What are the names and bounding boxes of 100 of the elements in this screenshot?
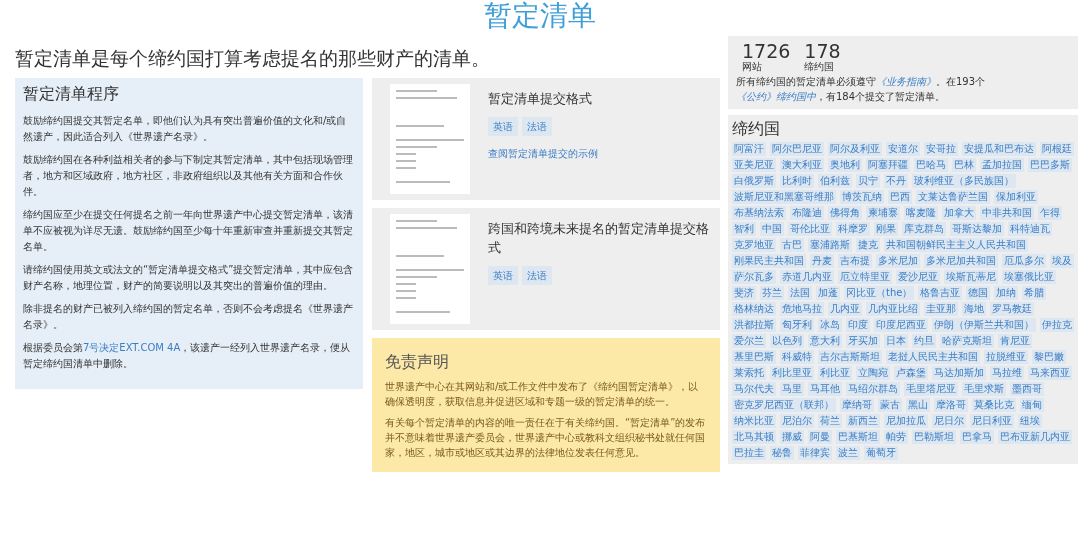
country-tag[interactable]: 科特迪瓦: [1008, 222, 1052, 237]
country-tag[interactable]: 阿富汗: [732, 142, 766, 157]
country-tag[interactable]: 摩洛哥: [934, 398, 968, 413]
country-tag[interactable]: 吉尔吉斯斯坦: [818, 350, 882, 365]
country-tag[interactable]: 比利时: [780, 174, 814, 189]
country-tag[interactable]: 奥地利: [828, 158, 862, 173]
country-tag[interactable]: 纽埃: [1018, 414, 1042, 429]
country-tag[interactable]: 贝宁: [856, 174, 880, 189]
country-tag[interactable]: 拉脱维亚: [984, 350, 1028, 365]
country-tag[interactable]: 加拿大: [942, 206, 976, 221]
country-tag[interactable]: 马达加斯加: [932, 366, 986, 381]
country-tag[interactable]: 德国: [966, 286, 991, 301]
country-tag[interactable]: 保加利亚: [994, 190, 1038, 205]
text-link[interactable]: 7号决定EXT.COM 4A: [83, 342, 181, 354]
country-tag[interactable]: 老挝人民民主共和国: [886, 350, 980, 365]
country-tag[interactable]: 巴拿马: [960, 430, 994, 445]
country-tag[interactable]: 牙买加: [846, 334, 880, 349]
country-tag[interactable]: 巴拉圭: [732, 446, 766, 461]
country-tag[interactable]: 库克群岛: [902, 222, 946, 237]
country-tag[interactable]: 法国: [788, 286, 812, 301]
country-tag[interactable]: 中非共和国: [980, 206, 1034, 221]
text-link[interactable]: 《业务指南》: [876, 76, 936, 87]
country-tag[interactable]: 巴林: [952, 158, 976, 173]
country-tag[interactable]: 哥斯达黎加: [950, 222, 1004, 237]
country-tag[interactable]: 多米尼加共和国: [924, 254, 998, 269]
country-tag[interactable]: 秘鲁: [770, 446, 794, 461]
language-link[interactable]: 法语: [522, 116, 552, 136]
country-tag[interactable]: 刚果民主共和国: [732, 254, 806, 269]
country-tag[interactable]: 巴勒斯坦: [912, 430, 956, 445]
country-tag[interactable]: 智利: [732, 222, 756, 237]
country-tag[interactable]: 阿尔巴尼亚: [770, 142, 824, 157]
country-tag[interactable]: 埃及: [1050, 254, 1074, 269]
country-tag[interactable]: 安哥拉: [924, 142, 958, 157]
country-tag[interactable]: 立陶宛: [856, 366, 890, 381]
country-tag[interactable]: 科威特: [780, 350, 814, 365]
country-tag[interactable]: 帕劳: [884, 430, 908, 445]
country-tag[interactable]: 洪都拉斯: [732, 318, 776, 333]
country-tag[interactable]: 希腊: [1022, 286, 1047, 301]
country-tag[interactable]: 日本: [884, 334, 908, 349]
country-tag[interactable]: 利比里亚: [770, 366, 814, 381]
country-tag[interactable]: 意大利: [808, 334, 842, 349]
country-tag[interactable]: 文莱达鲁萨兰国: [916, 190, 990, 205]
country-tag[interactable]: 布基纳法索: [732, 206, 786, 221]
country-tag[interactable]: 几内亚: [828, 302, 862, 317]
country-tag[interactable]: 海地: [962, 302, 986, 317]
country-tag[interactable]: 莱索托: [732, 366, 766, 381]
country-tag[interactable]: 安提瓜和巴布达: [962, 142, 1036, 157]
country-tag[interactable]: 多米尼加: [876, 254, 920, 269]
country-tag[interactable]: 几内亚比绍: [866, 302, 920, 317]
country-tag[interactable]: 吉布提: [838, 254, 872, 269]
country-tag[interactable]: 阿尔及利亚: [828, 142, 882, 157]
country-tag[interactable]: 尼泊尔: [780, 414, 814, 429]
example-link[interactable]: 查阅暂定清单提交的示例: [488, 145, 598, 161]
country-tag[interactable]: 马里: [780, 382, 804, 397]
country-tag[interactable]: 缅甸: [1020, 398, 1044, 413]
country-tag[interactable]: 冰岛: [818, 318, 842, 333]
country-tag[interactable]: 毛里求斯: [962, 382, 1006, 397]
country-tag[interactable]: 喀麦隆: [904, 206, 938, 221]
country-tag[interactable]: 巴西: [888, 190, 912, 205]
country-tag[interactable]: 葡萄牙: [864, 446, 898, 461]
country-tag[interactable]: 玻利维亚（多民族国）: [912, 174, 1016, 189]
country-tag[interactable]: 伊朗（伊斯兰共和国）: [932, 318, 1036, 333]
country-tag[interactable]: 波斯尼亚和黑塞哥维那: [732, 190, 836, 205]
country-tag[interactable]: 格鲁吉亚: [918, 286, 963, 301]
country-tag[interactable]: 赤道几内亚: [780, 270, 834, 285]
text-link[interactable]: 《公约》缔约国中: [736, 90, 816, 102]
country-tag[interactable]: 印度: [846, 318, 870, 333]
country-tag[interactable]: 孟加拉国: [980, 158, 1024, 173]
country-tag[interactable]: 新西兰: [846, 414, 880, 429]
country-tag[interactable]: 黎巴嫩: [1032, 350, 1066, 365]
country-tag[interactable]: 冈比亚（the）: [844, 286, 915, 301]
country-tag[interactable]: 挪威: [780, 430, 804, 445]
country-tag[interactable]: 匈牙利: [780, 318, 814, 333]
country-tag[interactable]: 澳大利亚: [780, 158, 824, 173]
country-tag[interactable]: 哥伦比亚: [788, 222, 832, 237]
language-link[interactable]: 英语: [488, 116, 518, 136]
country-tag[interactable]: 阿根廷: [1040, 142, 1074, 157]
country-tag[interactable]: 阿塞拜疆: [866, 158, 910, 173]
country-tag[interactable]: 马绍尔群岛: [846, 382, 900, 397]
country-tag[interactable]: 罗马教廷: [990, 302, 1034, 317]
country-tag[interactable]: 芬兰: [760, 286, 784, 301]
country-tag[interactable]: 马耳他: [808, 382, 842, 397]
country-tag[interactable]: 巴哈马: [914, 158, 948, 173]
country-tag[interactable]: 加纳: [994, 286, 1019, 301]
country-tag[interactable]: 加蓬: [816, 286, 840, 301]
country-tag[interactable]: 伊拉克: [1040, 318, 1074, 333]
country-tag[interactable]: 肯尼亚: [998, 334, 1032, 349]
country-tag[interactable]: 摩纳哥: [840, 398, 874, 413]
country-tag[interactable]: 科摩罗: [836, 222, 870, 237]
country-tag[interactable]: 共和国朝鲜民主主义人民共和国: [884, 238, 1028, 253]
country-tag[interactable]: 爱沙尼亚: [896, 270, 940, 285]
country-tag[interactable]: 马尔代夫: [732, 382, 776, 397]
country-tag[interactable]: 萨尔瓦多: [732, 270, 776, 285]
country-tag[interactable]: 佛得角: [828, 206, 862, 221]
country-tag[interactable]: 安道尔: [886, 142, 920, 157]
country-tag[interactable]: 厄立特里亚: [838, 270, 892, 285]
country-tag[interactable]: 阿曼: [808, 430, 832, 445]
country-tag[interactable]: 巴布亚新几内亚: [998, 430, 1072, 445]
language-link[interactable]: 法语: [522, 265, 552, 285]
country-tag[interactable]: 圭亚那: [924, 302, 958, 317]
